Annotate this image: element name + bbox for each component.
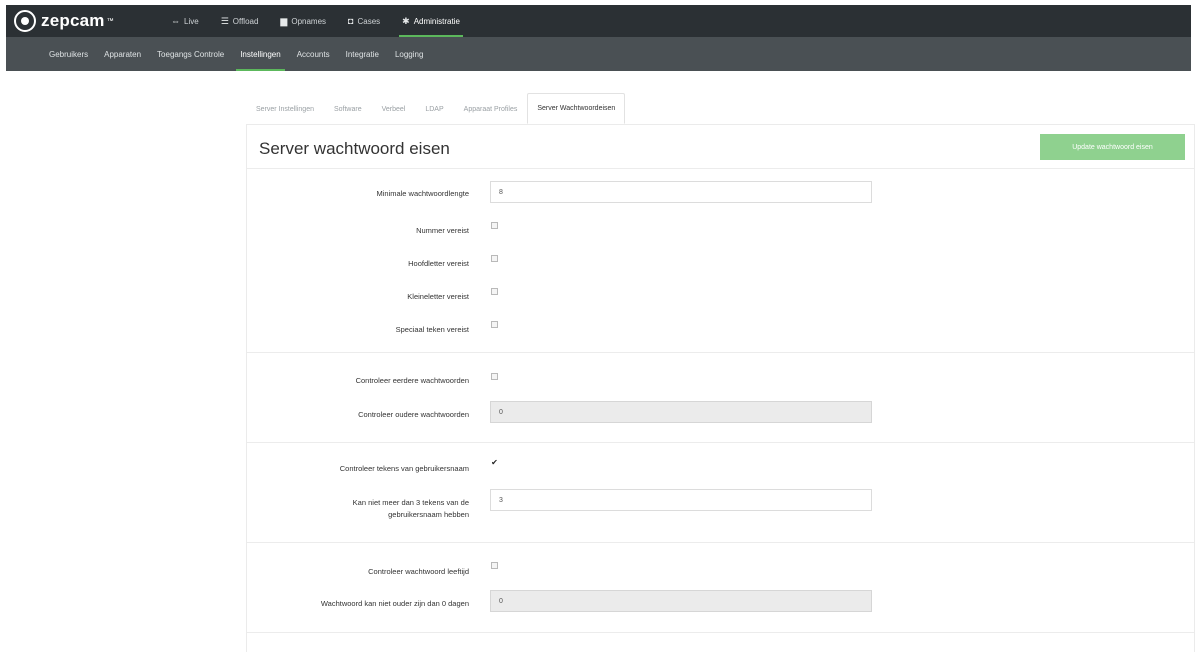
uppercase-required-checkbox[interactable]: [491, 255, 498, 262]
update-password-requirements-button[interactable]: Update wachtwoord eisen: [1040, 134, 1185, 160]
max-age-label: Wachtwoord kan niet ouder zijn dan 0 dag…: [320, 599, 469, 608]
page-title: Server wachtwoord eisen: [259, 139, 450, 158]
tab-server-instellingen[interactable]: Server Instellingen: [246, 93, 324, 124]
subnav-gebruikers[interactable]: Gebruikers: [41, 37, 96, 71]
check-previous-checkbox[interactable]: [491, 373, 498, 380]
nav-administratie-label: Administratie: [413, 16, 460, 26]
max-username-chars-input[interactable]: 3: [490, 489, 872, 511]
subnav-toegangs-controle[interactable]: Toegangs Controle: [149, 37, 232, 71]
min-length-label: Minimale wachtwoordlengte: [376, 189, 469, 198]
tab-verbeel[interactable]: Verbeel: [372, 93, 416, 124]
lowercase-required-checkbox[interactable]: [491, 288, 498, 295]
lowercase-required-label: Kleineletter vereist: [407, 292, 469, 301]
check-older-label: Controleer oudere wachtwoorden: [358, 410, 469, 419]
tab-ldap[interactable]: LDAP: [415, 93, 453, 124]
logo-text: zepcam: [41, 11, 105, 30]
logo-eye-icon: [14, 10, 36, 32]
sub-navbar: Gebruikers Apparaten Toegangs Controle I…: [6, 37, 1191, 71]
max-username-chars-label-line2: gebruikersnaam hebben: [388, 510, 469, 519]
nav-opnames-label: Opnames: [291, 16, 327, 26]
nav-live[interactable]: ⇔ Live: [160, 5, 210, 37]
nav-live-label: Live: [184, 16, 199, 26]
subnav-integratie[interactable]: Integratie: [338, 37, 387, 71]
cases-icon: ◘: [348, 16, 354, 26]
check-older-input[interactable]: 0: [490, 401, 872, 423]
max-username-chars-label: Kan niet meer dan 3 tekens van de gebrui…: [249, 497, 469, 521]
divider: [247, 442, 1194, 443]
number-required-checkbox[interactable]: [491, 222, 498, 229]
special-required-label: Speciaal teken vereist: [395, 325, 469, 334]
tab-apparaat-profiles[interactable]: Apparaat Profiles: [454, 93, 528, 124]
divider: [247, 632, 1194, 633]
max-age-input[interactable]: 0: [490, 590, 872, 612]
subnav-instellingen[interactable]: Instellingen: [232, 37, 288, 71]
nav-administratie[interactable]: ✱ Administratie: [391, 5, 471, 37]
password-requirements-panel: Server wachtwoord eisen Update wachtwoor…: [246, 124, 1195, 652]
check-username-label: Controleer tekens van gebruikersnaam: [339, 464, 469, 473]
subnav-accounts[interactable]: Accounts: [289, 37, 338, 71]
subnav-apparaten[interactable]: Apparaten: [96, 37, 149, 71]
folder-icon: ▆: [280, 15, 288, 26]
nav-opnames[interactable]: ▆ Opnames: [269, 5, 337, 37]
settings-tabs: Server Instellingen Software Verbeel LDA…: [246, 93, 626, 124]
max-username-chars-label-line1: Kan niet meer dan 3 tekens van de: [352, 498, 469, 507]
divider: [247, 542, 1194, 543]
divider: [247, 168, 1194, 169]
tab-software[interactable]: Software: [324, 93, 372, 124]
nav-offload-label: Offload: [232, 16, 259, 26]
special-required-checkbox[interactable]: [491, 321, 498, 328]
tab-server-wachtwoordeisen[interactable]: Server Wachtwoordeisen: [527, 93, 626, 124]
nav-offload[interactable]: ☰ Offload: [210, 5, 270, 37]
offload-icon: ☰: [220, 15, 229, 26]
check-previous-label: Controleer eerdere wachtwoorden: [355, 376, 469, 385]
subnav-logging[interactable]: Logging: [387, 37, 431, 71]
check-username-checkbox[interactable]: ✔: [491, 459, 498, 467]
check-age-checkbox[interactable]: [491, 562, 498, 569]
nav-cases-label: Cases: [357, 16, 381, 26]
uppercase-required-label: Hoofdletter vereist: [408, 259, 469, 268]
gear-icon: ✱: [402, 15, 410, 26]
live-icon: ⇔: [171, 16, 180, 26]
number-required-label: Nummer vereist: [416, 226, 469, 235]
logo-trademark: ™: [106, 17, 114, 25]
check-age-label: Controleer wachtwoord leeftijd: [368, 567, 469, 576]
nav-cases[interactable]: ◘ Cases: [337, 5, 391, 37]
zepcam-logo[interactable]: zepcam ™: [14, 10, 154, 32]
main-nav: ⇔ Live ☰ Offload ▆ Opnames ◘ Cases ✱ Adm…: [160, 5, 471, 37]
top-navbar: zepcam ™ ⇔ Live ☰ Offload ▆ Opnames ◘ Ca…: [6, 5, 1191, 37]
divider: [247, 352, 1194, 353]
min-length-input[interactable]: 8: [490, 181, 872, 203]
